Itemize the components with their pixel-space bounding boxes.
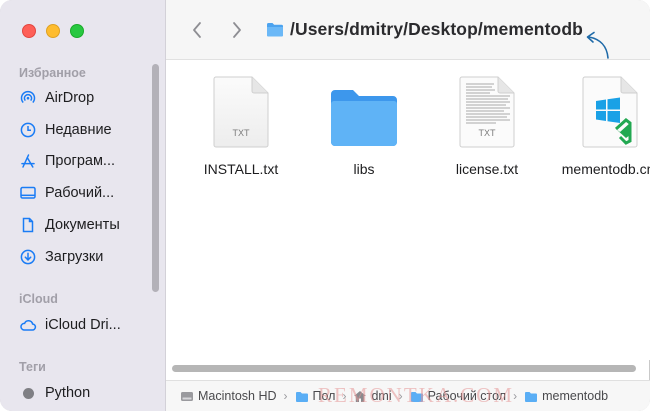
pathbar-item[interactable]: Macintosh HD: [180, 389, 277, 403]
sidebar-item-desktop[interactable]: Рабочий...: [19, 181, 159, 205]
folder-icon: [267, 23, 283, 37]
pathbar-item[interactable]: Пол: [295, 389, 336, 403]
folder-icon: [295, 391, 308, 402]
home-icon: [354, 390, 367, 402]
desktop-icon: [19, 184, 37, 202]
txt-preview-file-icon: TXT: [432, 74, 542, 148]
file-item[interactable]: TXT INSTALL.txt: [186, 74, 296, 177]
sidebar-item-downloads[interactable]: Загрузки: [19, 245, 159, 269]
sidebar-item-icloud-drive[interactable]: iCloud Dri...: [19, 313, 159, 337]
cloud-icon: [19, 316, 37, 334]
minimize-button[interactable]: [46, 24, 60, 38]
path-title: /Users/dmitry/Desktop/mementodb: [290, 19, 583, 39]
sidebar-section-favorites: Избранное: [19, 66, 86, 80]
sidebar-tag-python[interactable]: Python: [19, 381, 159, 405]
pathbar-item[interactable]: Рабочий стол: [410, 389, 506, 403]
chevron-right-icon: [233, 22, 241, 38]
finder-window: Избранное AirDrop Недавние Програм... Ра…: [0, 0, 650, 411]
sidebar-item-recents[interactable]: Недавние: [19, 118, 159, 142]
folder-icon: [309, 74, 419, 148]
toolbar: /Users/dmitry/Desktop/mementodb: [166, 0, 650, 60]
sidebar-item-label: Загрузки: [45, 249, 104, 265]
sidebar-item-label: AirDrop: [45, 90, 95, 106]
airdrop-icon: [19, 89, 37, 107]
folder-icon: [525, 391, 538, 402]
forward-button[interactable]: [226, 18, 248, 42]
tag-color-dot: [23, 387, 34, 399]
chevron-right-icon: ›: [342, 389, 347, 403]
window-controls: [22, 24, 84, 38]
sidebar: Избранное AirDrop Недавние Програм... Ра…: [0, 0, 166, 411]
document-icon: [19, 216, 37, 234]
sidebar-item-label: Python: [45, 385, 91, 401]
sidebar-item-label: Програм...: [45, 153, 116, 169]
pathbar-label: Рабочий стол: [427, 389, 507, 403]
file-name: libs: [353, 161, 375, 177]
pathbar-label: Пол: [312, 389, 336, 403]
clock-icon: [19, 121, 37, 139]
file-name: mementodb.cm: [561, 161, 650, 177]
folder-item[interactable]: libs: [309, 74, 419, 177]
hard-drive-icon: [181, 391, 193, 401]
sidebar-scrollbar-thumb[interactable]: [152, 64, 159, 292]
content-scrollbar-thumb[interactable]: [172, 365, 636, 372]
sidebar-item-label: iCloud Dri...: [45, 317, 121, 333]
file-browser: TXT INSTALL.txt libs TXT license.txt mem…: [166, 60, 650, 360]
sidebar-item-label: Недавние: [45, 122, 112, 138]
chevron-right-icon: ›: [398, 389, 403, 403]
file-item[interactable]: mementodb.cm: [555, 74, 650, 177]
sidebar-item-airdrop[interactable]: AirDrop: [19, 86, 159, 110]
txt-file-icon: TXT: [186, 74, 296, 148]
chevron-right-icon: ›: [513, 389, 518, 403]
download-icon: [19, 248, 37, 266]
sidebar-section-icloud: iCloud: [19, 292, 58, 306]
window-title: /Users/dmitry/Desktop/mementodb: [266, 19, 583, 40]
pathbar-label: mementodb: [542, 389, 609, 403]
pathbar-label: dmi: [371, 389, 392, 403]
applications-icon: [19, 152, 37, 170]
file-type-badge: TXT: [233, 128, 251, 138]
sidebar-item-label: Рабочий...: [45, 185, 115, 201]
sidebar-item-label: Документы: [45, 217, 120, 233]
back-button[interactable]: [186, 18, 208, 42]
zoom-button[interactable]: [70, 24, 84, 38]
sidebar-section-tags: Теги: [19, 360, 46, 374]
file-item[interactable]: TXT license.txt: [432, 74, 542, 177]
folder-icon: [410, 391, 423, 402]
file-type-badge: TXT: [479, 128, 497, 138]
sidebar-item-applications[interactable]: Програм...: [19, 149, 159, 173]
chevron-left-icon: [193, 22, 201, 38]
pathbar-label: Macintosh HD: [198, 389, 277, 403]
chevron-right-icon: ›: [283, 389, 288, 403]
close-button[interactable]: [22, 24, 36, 38]
annotation-arrow-icon: [586, 31, 609, 59]
sidebar-item-documents[interactable]: Документы: [19, 213, 159, 237]
path-bar: Macintosh HD › Пол › dmi › Рабочий стол …: [166, 380, 650, 411]
file-name: license.txt: [455, 161, 519, 177]
cmd-file-icon: [555, 74, 650, 148]
pathbar-item[interactable]: mementodb: [524, 389, 608, 403]
pathbar-item[interactable]: dmi: [353, 389, 392, 403]
file-name: INSTALL.txt: [203, 161, 279, 177]
